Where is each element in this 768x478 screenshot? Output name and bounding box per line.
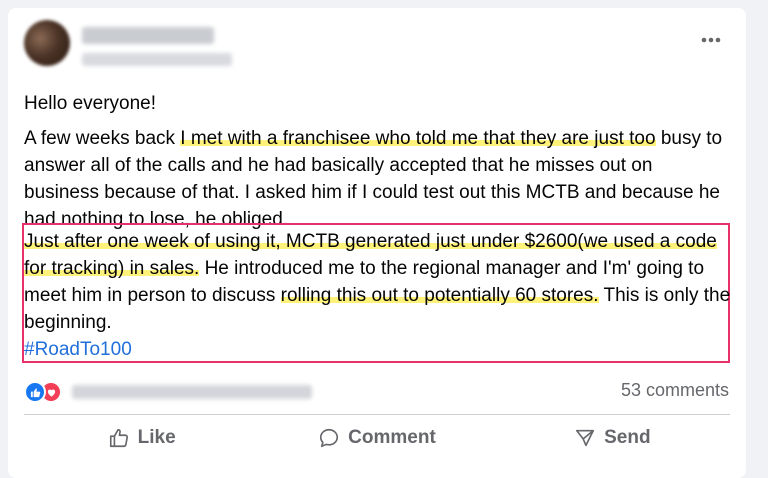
highlighted-text: I met with a franchisee who told me that…: [180, 128, 656, 149]
post-card: Hello everyone! A few weeks back I met w…: [8, 8, 746, 478]
post-greeting: Hello everyone!: [24, 93, 157, 114]
like-reaction-icon: [24, 381, 46, 403]
comment-label: Comment: [348, 427, 436, 448]
author-avatar[interactable]: [24, 20, 70, 66]
thumbs-up-icon: [109, 428, 128, 448]
send-label: Send: [604, 427, 651, 448]
post-timestamp-redacted[interactable]: [82, 53, 232, 66]
hashtag-link[interactable]: #RoadTo100: [24, 339, 132, 360]
highlighted-text: rolling this out to potentially 60 store…: [280, 285, 599, 306]
divider: [24, 414, 730, 415]
reactions-summary[interactable]: [24, 380, 312, 404]
more-options-button[interactable]: [696, 30, 726, 50]
reactor-names-redacted: [72, 385, 312, 399]
post-actions: Like Comment Send: [24, 420, 730, 456]
author-name-redacted[interactable]: [82, 27, 214, 44]
send-icon: [576, 429, 595, 447]
comments-count[interactable]: 53 comments: [621, 380, 729, 401]
comment-button[interactable]: Comment: [259, 420, 494, 456]
like-label: Like: [137, 427, 176, 448]
more-horizontal-icon: [701, 37, 721, 43]
comment-bubble-icon: [320, 428, 339, 448]
like-button[interactable]: Like: [24, 420, 259, 456]
post-paragraph-1: A few weeks back I met with a franchisee…: [24, 125, 732, 233]
post-text: A few weeks back: [24, 128, 181, 149]
post-paragraph-2: Just after one week of using it, MCTB ge…: [24, 228, 732, 363]
send-button[interactable]: Send: [495, 420, 730, 456]
